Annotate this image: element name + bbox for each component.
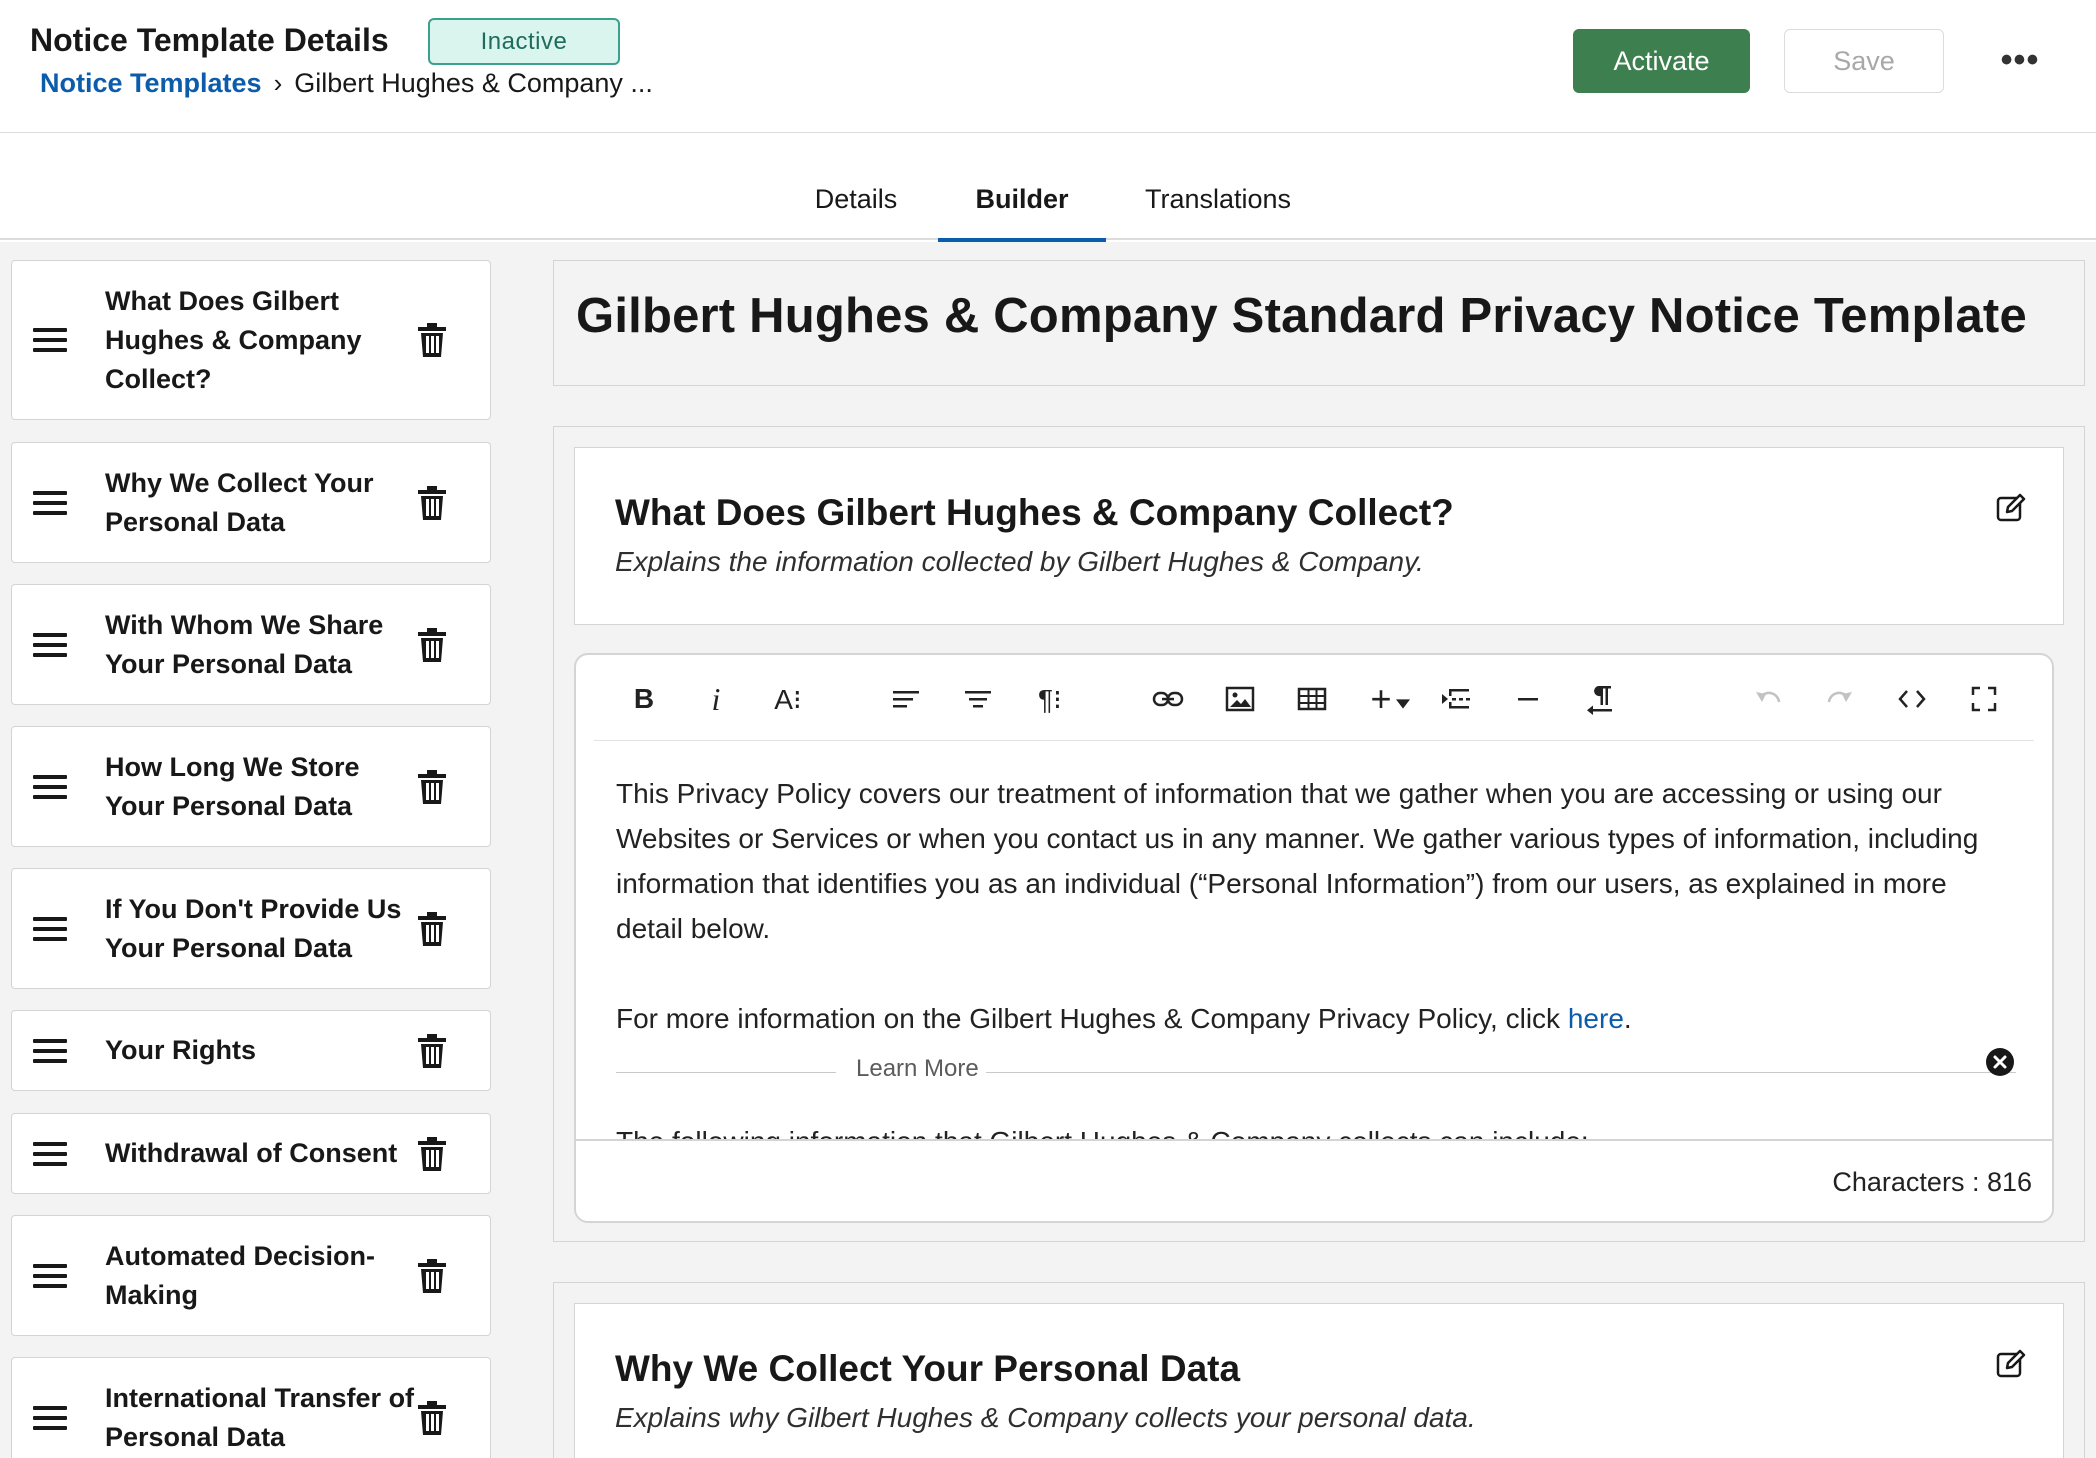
trash-icon[interactable]: [412, 909, 452, 949]
tab-builder[interactable]: Builder: [938, 134, 1106, 242]
learn-more-label: Learn More: [836, 1055, 999, 1083]
trash-icon[interactable]: [412, 320, 452, 360]
caret-down-icon: [1395, 699, 1410, 709]
trash-icon[interactable]: [412, 483, 452, 523]
text-direction-icon[interactable]: [1578, 677, 1622, 721]
edit-icon[interactable]: [1995, 492, 2027, 524]
link-icon[interactable]: [1146, 677, 1190, 721]
sidebar-section-label: What Does Gilbert Hughes & Company Colle…: [105, 285, 362, 394]
section-header: What Does Gilbert Hughes & Company Colle…: [574, 447, 2064, 625]
font-size-button[interactable]: A⁝: [766, 677, 810, 721]
sidebar-section-item[interactable]: With Whom We Share Your Personal Data: [11, 584, 491, 705]
bold-button[interactable]: B: [622, 677, 666, 721]
sidebar-section-label: Automated Decision-Making: [105, 1240, 376, 1310]
horizontal-line-icon[interactable]: [1506, 677, 1550, 721]
sidebar-section-item[interactable]: Withdrawal of Consent: [11, 1113, 491, 1194]
template-title: Gilbert Hughes & Company Standard Privac…: [576, 289, 2027, 343]
here-link[interactable]: here: [1568, 1003, 1624, 1034]
sidebar-section-item[interactable]: How Long We Store Your Personal Data: [11, 726, 491, 847]
section-subtitle: Explains the information collected by Gi…: [615, 546, 1424, 577]
sidebar-section-label: If You Don't Provide Us Your Personal Da…: [105, 893, 402, 963]
divider-line: [986, 1072, 2016, 1073]
drag-handle-icon[interactable]: [33, 328, 67, 352]
save-button[interactable]: Save: [1784, 29, 1944, 93]
builder-canvas: Gilbert Hughes & Company Standard Privac…: [510, 242, 2096, 1458]
code-view-icon[interactable]: [1890, 677, 1934, 721]
character-count: Characters : 816: [1832, 1167, 2032, 1197]
sidebar-section-item[interactable]: Automated Decision-Making: [11, 1215, 491, 1336]
page-header: Notice Template Details Inactive Notice …: [0, 0, 2096, 133]
breadcrumb-chevron-icon: ›: [273, 68, 283, 98]
sidebar-section-label: Your Rights: [105, 1035, 256, 1065]
image-icon[interactable]: [1218, 677, 1262, 721]
rich-text-editor[interactable]: B i A⁝ ¶⁝ + This Privacy Policy covers o…: [574, 653, 2054, 1223]
drag-handle-icon[interactable]: [33, 774, 67, 799]
trash-icon[interactable]: [412, 767, 452, 807]
section-panel: Why We Collect Your Personal Data Explai…: [553, 1282, 2085, 1458]
redo-icon[interactable]: [1818, 677, 1862, 721]
page-break-icon[interactable]: [1434, 677, 1478, 721]
drag-handle-icon[interactable]: [33, 1263, 67, 1288]
edit-icon[interactable]: [1995, 1348, 2027, 1380]
drag-handle-icon[interactable]: [33, 632, 67, 657]
tab-bar: Details Builder Translations: [0, 134, 2096, 242]
sidebar-section-label: International Transfer of Personal Data: [105, 1382, 415, 1452]
sidebar-section-item[interactable]: What Does Gilbert Hughes & Company Colle…: [11, 260, 491, 420]
section-heading: What Does Gilbert Hughes & Company Colle…: [615, 492, 1454, 533]
table-icon[interactable]: [1290, 677, 1334, 721]
sidebar-section-label: With Whom We Share Your Personal Data: [105, 609, 384, 679]
section-sidebar: What Does Gilbert Hughes & Company Colle…: [0, 242, 510, 1458]
align-left-icon[interactable]: [884, 677, 928, 721]
trash-icon[interactable]: [412, 1134, 452, 1174]
section-heading: Why We Collect Your Personal Data: [615, 1348, 1241, 1389]
fullscreen-icon[interactable]: [1962, 677, 2006, 721]
trash-icon[interactable]: [412, 625, 452, 665]
template-title-box: Gilbert Hughes & Company Standard Privac…: [553, 260, 2085, 386]
breadcrumb-current: Gilbert Hughes & Company ...: [294, 68, 653, 98]
divider-line: [616, 1072, 836, 1073]
editor-footer: Characters : 816: [576, 1139, 2052, 1221]
close-circle-icon[interactable]: [1985, 1047, 2015, 1077]
status-badge: Inactive: [428, 18, 620, 65]
sidebar-section-label: Why We Collect Your Personal Data: [105, 467, 374, 537]
sidebar-section-item[interactable]: If You Don't Provide Us Your Personal Da…: [11, 868, 491, 989]
tab-details[interactable]: Details: [796, 134, 916, 240]
learn-more-divider: Learn More: [616, 1055, 2016, 1089]
drag-handle-icon[interactable]: [33, 916, 67, 941]
sidebar-section-label: How Long We Store Your Personal Data: [105, 751, 360, 821]
drag-handle-icon[interactable]: [33, 490, 67, 515]
insert-more-button[interactable]: +: [1362, 677, 1418, 721]
tab-translations[interactable]: Translations: [1130, 134, 1306, 240]
editor-paragraph: This Privacy Policy covers our treatment…: [616, 778, 1979, 944]
plus-icon: +: [1370, 678, 1392, 719]
drag-handle-icon[interactable]: [33, 1405, 67, 1430]
trash-icon[interactable]: [412, 1031, 452, 1071]
breadcrumb: Notice Templates › Gilbert Hughes & Comp…: [40, 68, 653, 99]
section-subtitle: Explains why Gilbert Hughes & Company co…: [615, 1402, 1476, 1433]
sidebar-section-item[interactable]: Why We Collect Your Personal Data: [11, 442, 491, 563]
section-panel: What Does Gilbert Hughes & Company Colle…: [553, 426, 2085, 1242]
activate-button[interactable]: Activate: [1573, 29, 1750, 93]
paragraph-format-button[interactable]: ¶⁝: [1028, 677, 1072, 721]
editor-clipped-text: The following information that Gilbert H…: [616, 1119, 2016, 1139]
undo-icon[interactable]: [1746, 677, 1790, 721]
editor-paragraph-text: For more information on the Gilbert Hugh…: [616, 1003, 1568, 1034]
align-center-icon[interactable]: [956, 677, 1000, 721]
italic-button[interactable]: i: [694, 677, 738, 721]
sidebar-section-item[interactable]: Your Rights: [11, 1010, 491, 1091]
breadcrumb-notice-templates-link[interactable]: Notice Templates: [40, 68, 262, 99]
trash-icon[interactable]: [412, 1256, 452, 1296]
section-header: Why We Collect Your Personal Data Explai…: [574, 1303, 2064, 1458]
sidebar-section-item[interactable]: International Transfer of Personal Data: [11, 1357, 491, 1458]
sidebar-section-label: Withdrawal of Consent: [105, 1138, 398, 1168]
drag-handle-icon[interactable]: [33, 1141, 67, 1166]
editor-paragraph: For more information on the Gilbert Hugh…: [616, 996, 2016, 1041]
drag-handle-icon[interactable]: [33, 1038, 67, 1063]
editor-toolbar: B i A⁝ ¶⁝ +: [594, 655, 2034, 741]
more-actions-button[interactable]: •••: [1990, 38, 2050, 82]
page-title: Notice Template Details: [30, 22, 389, 58]
trash-icon[interactable]: [412, 1398, 452, 1438]
editor-paragraph-text: .: [1623, 1003, 1632, 1034]
